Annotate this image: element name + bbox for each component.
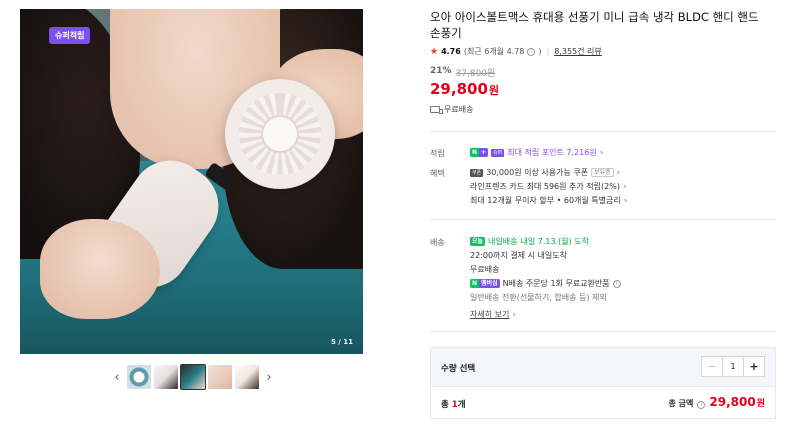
rating-row: ★ 4.76 (최근 6개월 4.78 i ) | 8,355건 리뷰 [430,46,602,57]
divider: | [546,47,550,56]
rating-recent: (최근 6개월 4.78 [463,47,525,56]
coupon-row[interactable]: 쿠폰 30,000원 이상 사용가능 쿠폰 보유중 › [470,167,620,178]
total-amount-value: 29,800 [709,395,756,409]
image-hand-left [40,219,160,319]
image-fan-head [225,79,335,189]
product-main-image[interactable]: 슈퍼적립 5 / 11 [20,9,363,354]
card-row[interactable]: 라인프렌즈 카드 최대 596원 추가 적립(2%) › [470,181,627,192]
sale-price: 29,800 원 [430,80,499,98]
discount-row: 21% 37,800원 [430,66,495,79]
return-note: 일반배송 전환(선물하기, 합배송 등) 제외 [470,293,607,302]
return-text: N배송 주문당 1회 무료교환반품 [502,279,610,288]
sale-price-amount: 29,800 [430,80,488,98]
rating-score: 4.76 [441,47,461,56]
chevron-right-icon: › [622,181,627,192]
total-amount-unit: 원 [756,399,765,409]
thumbnail-active[interactable] [180,364,206,390]
cutoff-text: 22:00까지 결제 시 내일도착 [470,251,567,260]
delivery-label: 배송 [430,238,445,247]
divider [430,331,776,332]
divider [430,219,776,220]
next-day-label: 내일배송 [488,237,518,246]
coupon-icon: 쿠폰 [470,168,484,177]
installment-row[interactable]: 최대 12개월 무이자 할부 • 60개월 특별금리 › [470,195,627,206]
quantity-stepper: − 1 + [701,356,765,377]
free-delivery-row: 무료배송 [470,264,499,275]
arrival-date: 내일 7.13.(월) 도착 [520,237,589,246]
thumbnail-strip: ‹ › [110,364,276,390]
card-text: 라인프렌즈 카드 최대 596원 추가 적립(2%) [470,182,620,191]
chevron-left-icon[interactable]: ‹ [110,365,124,389]
increase-button[interactable]: + [744,357,764,376]
free-delivery-text: 무료배송 [470,265,500,274]
total-amount: 총 금액 i 29,800 원 [669,395,765,409]
rating-recent-suffix: ) [538,47,542,56]
quantity-label: 수량 선택 [441,364,476,374]
thumbnail[interactable] [127,365,151,389]
product-title: 오아 아이스볼트맥스 휴대용 선풍기 미니 급속 냉각 BLDC 핸디 핸드 손… [430,10,759,40]
free-shipping-label: 무료배송 [444,105,474,114]
thumbnail[interactable] [154,365,178,389]
decrease-button[interactable]: − [702,357,722,376]
image-counter: 5 / 11 [330,338,353,346]
coupon-text: 30,000원 이상 사용가능 쿠폰 [486,168,589,177]
cutoff-row: 22:00까지 결제 시 내일도착 [470,250,567,261]
more-link[interactable]: 자세히 보기 [470,309,509,320]
chevron-right-icon: › [512,309,516,320]
total-label: 총 금액 [668,399,694,408]
discount-percent: 21% [430,66,452,76]
total-count: 총 1개 [441,400,466,410]
point-label: 적립 [430,149,445,158]
installment-text: 최대 12개월 무이자 할부 • 60개월 특별금리 [470,196,621,205]
reviews-link[interactable]: 8,355건 리뷰 [554,46,602,57]
chevron-right-icon: › [599,147,604,158]
chevron-right-icon[interactable]: › [262,365,276,389]
original-price: 37,800원 [455,69,496,79]
today-delivery-tag: 오늘 [470,237,486,246]
super-point-badge: 슈퍼적립 [49,27,91,44]
benefit-label: 혜택 [430,169,445,178]
star-icon: ★ [430,46,439,57]
info-icon[interactable]: i [697,401,706,409]
membership-badge: N 멤버십 [470,279,500,288]
divider [430,131,776,132]
point-text: 최대 적립 포인트 7,216원 [507,148,597,157]
info-icon[interactable]: i [612,279,621,288]
naver-plus-badge: N + [470,148,489,157]
arrival-row: 오늘 내일배송 내일 7.13.(월) 도착 [470,236,589,247]
thumbnail[interactable] [235,365,259,389]
total-row: 총 1개 총 금액 i 29,800 원 [430,387,776,419]
more-row[interactable]: 자세히 보기 › [470,309,516,320]
quantity-box: 수량 선택 − 1 + [430,347,776,387]
info-icon[interactable]: i [527,47,536,56]
free-shipping: 무료배송 [430,104,473,115]
point-row[interactable]: N + 슈퍼 최대 적립 포인트 7,216원 › [470,147,603,158]
return-note-row: 일반배송 전환(선물하기, 합배송 등) 제외 [470,292,607,303]
thumbnail[interactable] [208,365,232,389]
super-badge: 슈퍼 [491,148,505,157]
truck-icon [430,106,443,114]
chevron-right-icon: › [616,167,621,178]
return-row: N 멤버십 N배송 주문당 1회 무료교환반품 i [470,278,621,289]
chevron-right-icon: › [623,195,628,206]
sale-price-unit: 원 [488,84,500,97]
coupon-owned-badge: 보유중 [591,168,614,177]
quantity-input[interactable]: 1 [722,357,744,376]
